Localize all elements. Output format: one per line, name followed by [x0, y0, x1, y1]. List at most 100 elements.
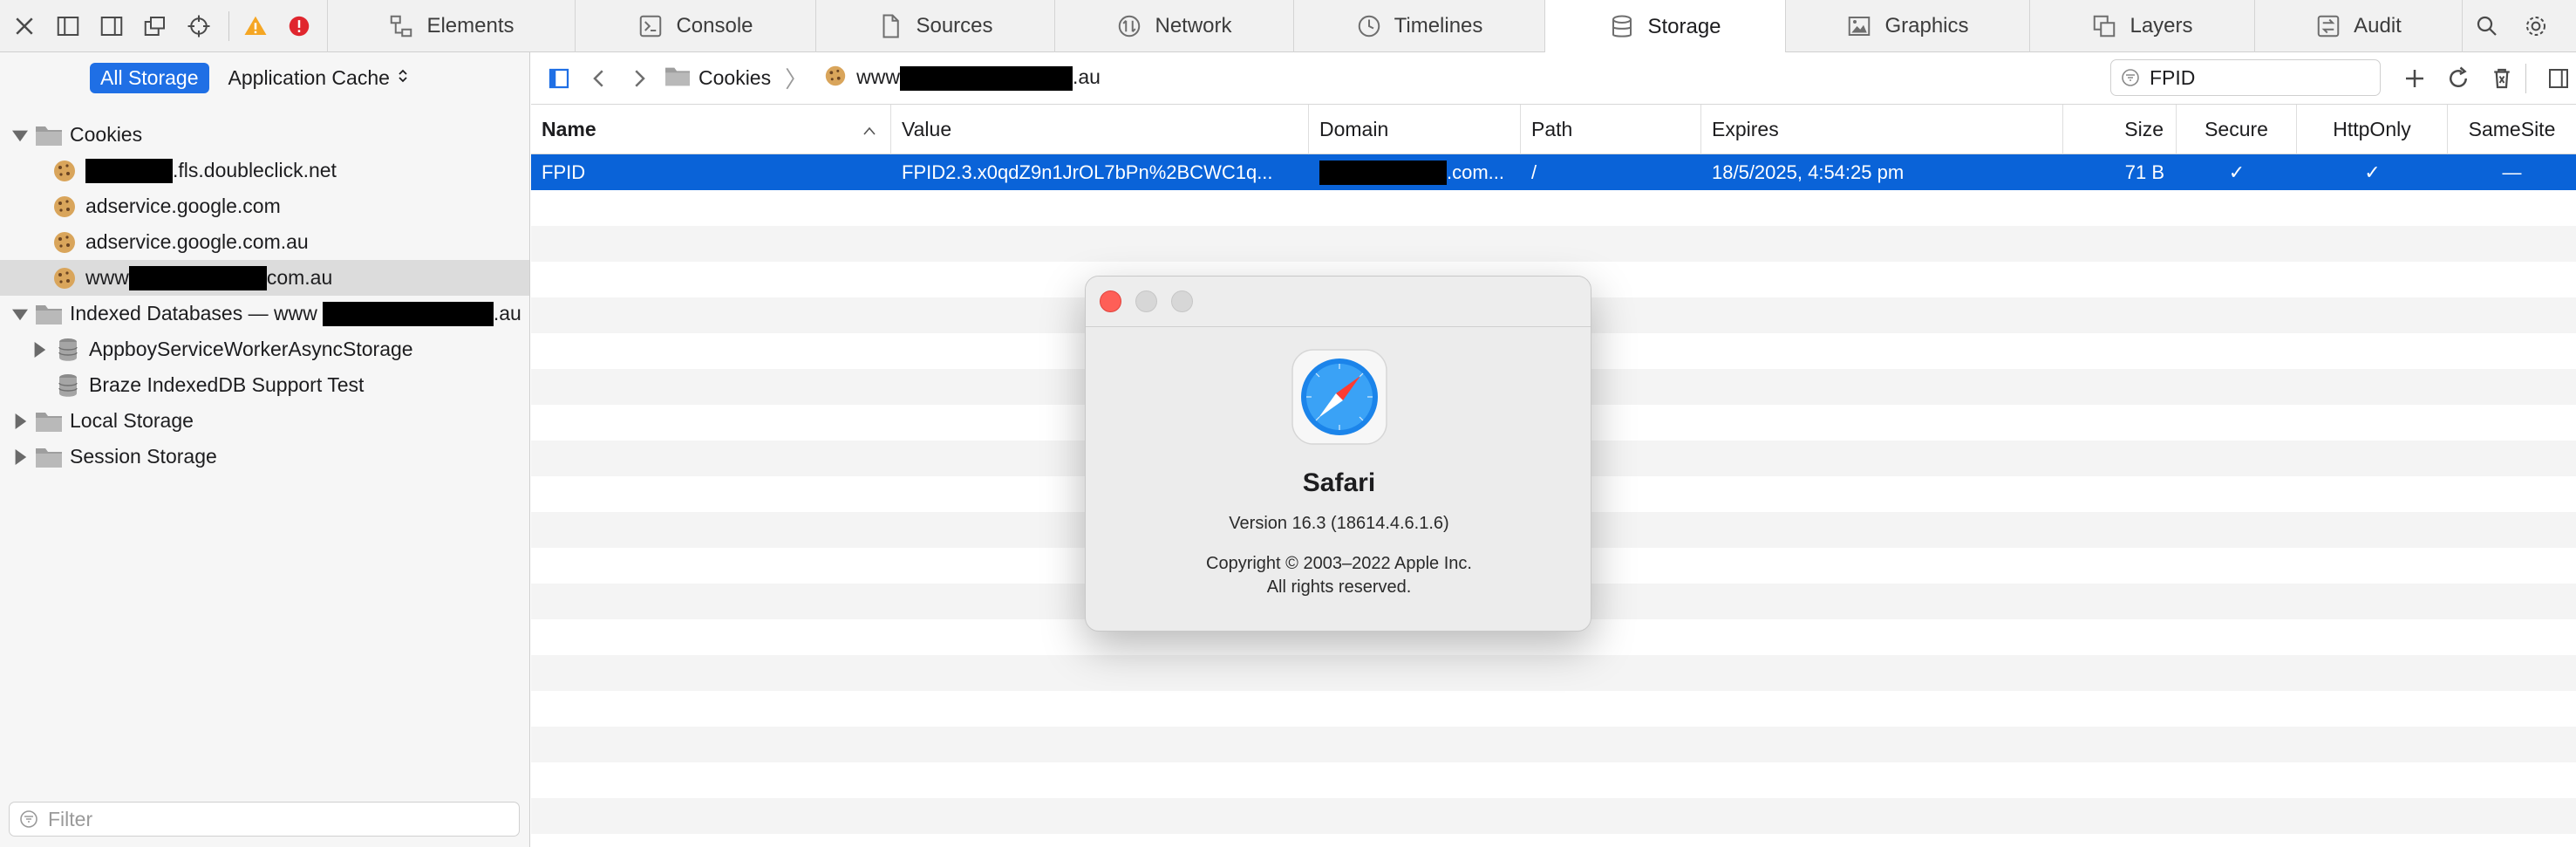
tree-label: Braze IndexedDB Support Test	[89, 373, 365, 396]
toggle-sidebar-icon[interactable]	[543, 63, 575, 94]
empty-table-row	[531, 190, 2576, 226]
warning-icon[interactable]	[240, 10, 271, 42]
dock-left-icon[interactable]	[52, 10, 84, 42]
tree-item-cookie-adservice-google-com-au[interactable]: adservice.google.com.au	[0, 224, 529, 260]
redacted-text	[128, 265, 267, 290]
window-close-button[interactable]	[1100, 290, 1121, 312]
cell-size: 71 B	[2124, 161, 2164, 183]
add-icon[interactable]	[2399, 63, 2430, 94]
tree-label: adservice.google.com.au	[85, 230, 309, 253]
cookie-icon	[49, 265, 80, 291]
tree-item-indexed-databases[interactable]: Indexed Databases — www .au	[0, 296, 529, 331]
column-header-size[interactable]: Size	[2063, 105, 2177, 154]
tab-sources[interactable]: Sources	[816, 0, 1055, 52]
disclosure-open-icon[interactable]	[10, 304, 30, 324]
folder-icon	[664, 64, 692, 93]
tab-label: Audit	[2354, 14, 2402, 38]
tree-item-braze-db[interactable]: Braze IndexedDB Support Test	[0, 367, 529, 403]
details-sidebar-icon[interactable]	[2543, 63, 2574, 94]
tree-label-suffix: com.au	[266, 266, 333, 289]
storage-sidebar: All Storage Application Cache Cookies .f…	[0, 52, 530, 847]
about-safari-dialog: Safari Version 16.3 (18614.4.6.1.6) Copy…	[1085, 276, 1591, 632]
disclosure-closed-icon[interactable]	[10, 412, 30, 431]
cell-expires: 18/5/2025, 4:54:25 pm	[1712, 161, 1905, 183]
breadcrumb-separator: 〉	[785, 66, 808, 92]
close-icon[interactable]	[9, 10, 40, 42]
filter-icon	[20, 810, 37, 828]
scope-application-cache[interactable]: Application Cache	[228, 66, 409, 90]
column-header-samesite[interactable]: SameSite	[2448, 105, 2576, 154]
redacted-text	[322, 301, 494, 326]
breadcrumb-host[interactable]: www .au	[856, 65, 1101, 91]
tab-label: Layers	[2130, 14, 2193, 38]
column-header-value[interactable]: Value	[891, 105, 1309, 154]
search-tab-icon[interactable]	[2471, 10, 2503, 42]
column-header-domain[interactable]: Domain	[1309, 105, 1521, 154]
tree-item-cookie-site[interactable]: www com.au	[0, 260, 529, 296]
content-actions	[2393, 52, 2576, 105]
tab-bar-controls	[0, 0, 328, 52]
tree-item-appboy-db[interactable]: AppboyServiceWorkerAsyncStorage	[0, 331, 529, 367]
tree-item-cookie-adservice-google-com[interactable]: adservice.google.com	[0, 188, 529, 224]
disclosure-closed-icon[interactable]	[10, 447, 30, 467]
error-icon[interactable]	[283, 10, 315, 42]
sidebar-filter-field[interactable]: Filter	[9, 802, 520, 837]
tab-label: Network	[1155, 14, 1232, 38]
tree-item-session-storage[interactable]: Session Storage	[0, 439, 529, 475]
tree-item-cookie-doubleclick[interactable]: .fls.doubleclick.net	[0, 153, 529, 188]
tab-network[interactable]: Network	[1055, 0, 1294, 52]
delete-icon[interactable]	[2486, 63, 2518, 94]
tree-label: AppboyServiceWorkerAsyncStorage	[89, 338, 413, 360]
back-chevron-icon[interactable]	[583, 63, 615, 94]
column-header-label: Name	[542, 118, 596, 140]
disclosure-open-icon[interactable]	[10, 126, 30, 145]
tab-timelines[interactable]: Timelines	[1294, 0, 1545, 52]
refresh-icon[interactable]	[2443, 63, 2474, 94]
tab-label: Sources	[916, 14, 993, 38]
breadcrumb: Cookies 〉 www .au	[664, 62, 1101, 94]
forward-chevron-icon[interactable]	[624, 63, 655, 94]
scope-label: Application Cache	[228, 65, 390, 89]
tab-graphics[interactable]: Graphics	[1786, 0, 2030, 52]
inspector-tab-bar: Elements Console Sources Network Timelin…	[0, 0, 2576, 53]
table-row[interactable]: FPID FPID2.3.x0qdZ9n1JrOL7bPn%2BCWC1q...…	[531, 154, 2576, 190]
cookie-icon	[49, 194, 80, 220]
column-header-httponly[interactable]: HttpOnly	[2297, 105, 2448, 154]
column-header-path[interactable]: Path	[1521, 105, 1701, 154]
rights-line: All rights reserved.	[1266, 577, 1412, 597]
cookie-search-field[interactable]: FPID	[2110, 59, 2381, 96]
tab-elements[interactable]: Elements	[328, 0, 576, 52]
scope-all-storage[interactable]: All Storage	[90, 62, 209, 93]
settings-gear-icon[interactable]	[2520, 10, 2552, 42]
sort-ascending-icon	[862, 118, 876, 141]
copyright-line: Copyright © 2003–2022 Apple Inc.	[1206, 554, 1472, 573]
tab-audit[interactable]: Audit	[2255, 0, 2463, 52]
column-header-expires[interactable]: Expires	[1701, 105, 2063, 154]
tab-bar-right-controls	[2463, 0, 2560, 52]
disclosure-closed-icon[interactable]	[30, 340, 49, 359]
dock-bottom-icon[interactable]	[96, 10, 127, 42]
safari-compass-icon	[1291, 348, 1388, 446]
breadcrumb-root[interactable]: Cookies	[699, 66, 771, 90]
detach-window-icon[interactable]	[140, 10, 171, 42]
tab-storage[interactable]: Storage	[1545, 0, 1786, 53]
tree-label: Indexed Databases — www	[70, 302, 317, 324]
column-header-name[interactable]: Name	[531, 105, 891, 154]
inspect-element-icon[interactable]	[183, 10, 215, 42]
database-icon	[52, 337, 84, 363]
column-header-label: Expires	[1712, 118, 1779, 140]
tab-console[interactable]: Console	[576, 0, 816, 52]
empty-table-row	[531, 691, 2576, 727]
redacted-text	[899, 65, 1073, 91]
cell-name: FPID	[542, 161, 586, 183]
tab-label: Console	[676, 14, 753, 38]
column-header-secure[interactable]: Secure	[2177, 105, 2297, 154]
tree-item-cookies[interactable]: Cookies	[0, 117, 529, 153]
tab-label: Elements	[426, 14, 515, 38]
window-minimize-button	[1135, 290, 1157, 312]
tree-item-local-storage[interactable]: Local Storage	[0, 403, 529, 439]
database-icon	[52, 372, 84, 399]
empty-table-row	[531, 798, 2576, 834]
tree-label: Local Storage	[70, 409, 194, 432]
tab-layers[interactable]: Layers	[2030, 0, 2255, 52]
